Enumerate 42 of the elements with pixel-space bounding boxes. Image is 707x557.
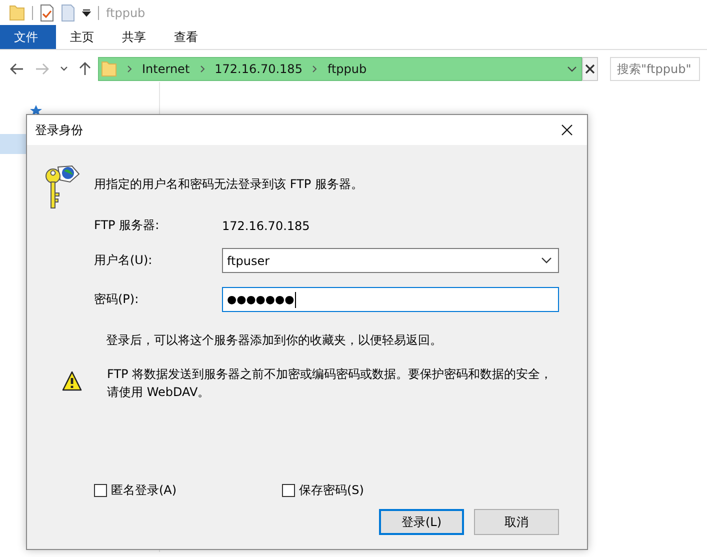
chevron-down-icon <box>541 257 552 264</box>
folder-icon <box>101 60 117 78</box>
error-message: 用指定的用户名和密码无法登录到该 FTP 服务器。 <box>94 176 363 193</box>
nav-selection <box>0 134 26 154</box>
field-label: 密码(P): <box>94 291 140 308</box>
cancel-button[interactable]: 取消 <box>474 509 559 535</box>
chevron-down-icon[interactable] <box>567 66 577 72</box>
checklist-icon[interactable] <box>40 4 54 22</box>
stop-button[interactable] <box>582 57 598 81</box>
close-icon <box>561 124 573 136</box>
back-arrow-icon[interactable] <box>10 63 24 75</box>
chevron-right-icon <box>127 65 132 73</box>
warning-text: FTP 将数据发送到服务器之前不加密或编码密码或数据。要保护密码和数据的安全，请使用 WebDAV。 <box>107 366 554 401</box>
field-label: FTP 服务器: <box>94 217 160 234</box>
field-label: 用户名(U): <box>94 252 154 269</box>
search-field[interactable]: 搜索"ftppub" <box>610 57 700 81</box>
up-arrow-icon[interactable] <box>79 62 91 76</box>
breadcrumb[interactable]: Internet <box>142 62 190 76</box>
server-address: 172.16.70.185 <box>222 218 311 232</box>
ribbon-tab[interactable]: 主页 <box>56 25 108 49</box>
ribbon-tab[interactable]: 共享 <box>108 25 160 49</box>
username-combo-box[interactable]: ftpuser <box>222 248 559 273</box>
breadcrumb[interactable]: ftppub <box>327 62 367 76</box>
ribbon-tab[interactable]: 查看 <box>160 25 212 49</box>
password-field[interactable]: ●●●●●●● <box>222 287 559 312</box>
checkbox[interactable]: 保存密码(S) <box>282 482 470 499</box>
star-icon[interactable] <box>30 105 42 117</box>
chevron-right-icon <box>200 65 205 73</box>
dropdown-icon[interactable] <box>82 8 91 16</box>
key-globe-icon <box>44 163 80 211</box>
breadcrumb[interactable]: 172.16.70.185 <box>214 62 302 76</box>
chevron-right-icon <box>312 65 318 73</box>
ribbon-tab[interactable]: 文件 <box>0 25 56 49</box>
chevron-down-icon[interactable] <box>60 66 68 72</box>
warning-icon <box>62 371 82 391</box>
dialog-title: 登录身份 <box>35 122 83 138</box>
address-bar[interactable]: Internet 172.16.70.185 ftppub <box>98 57 582 81</box>
close-icon <box>585 64 595 74</box>
checkbox[interactable]: 匿名登录(A) <box>94 482 282 499</box>
window-title: ftppub <box>106 6 146 20</box>
info-text: 登录后，可以将这个服务器添加到你的收藏夹，以便轻易返回。 <box>106 332 443 349</box>
login-button[interactable]: 登录(L) <box>379 509 464 535</box>
